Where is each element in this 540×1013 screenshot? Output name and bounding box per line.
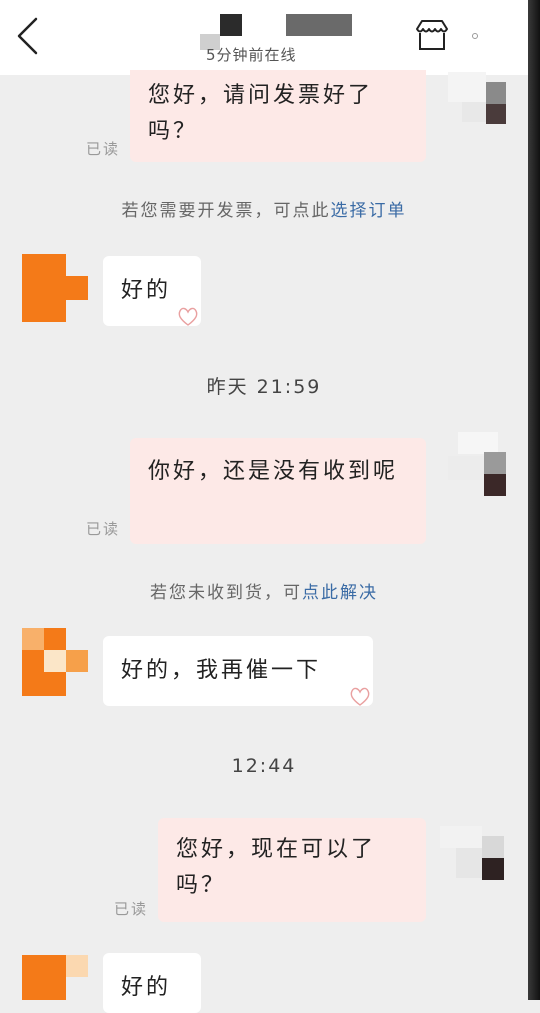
incoming-message: 好的 [103, 953, 201, 1013]
seller-avatar [22, 628, 88, 696]
heart-sticker-icon [350, 687, 370, 706]
heart-sticker-icon [178, 307, 198, 326]
select-order-link[interactable]: 选择订单 [331, 201, 407, 221]
user-avatar [448, 72, 508, 126]
outgoing-message: 您好，现在可以了吗？ [158, 818, 426, 922]
read-receipt: 已读 [86, 520, 121, 538]
system-notice: 若您需要开发票，可点此选择订单 [0, 196, 528, 221]
outgoing-message: 您好，请问发票好了吗？ [130, 70, 426, 162]
resolve-link[interactable]: 点此解决 [302, 583, 378, 603]
message-text: 好的 [121, 975, 172, 1000]
timestamp: 12:44 [231, 755, 297, 777]
device-edge [528, 0, 540, 1000]
message-text: 好的 [121, 278, 172, 303]
online-status: 5分钟前在线 [206, 46, 297, 64]
contact-name-redacted [200, 14, 355, 50]
system-notice-text: 若您未收到货，可 [150, 583, 302, 603]
incoming-message: 好的，我再催一下 [103, 636, 373, 706]
timestamp: 昨天 21:59 [206, 376, 322, 398]
system-notice-text: 若您需要开发票，可点此 [121, 201, 331, 221]
user-avatar [440, 826, 508, 890]
user-avatar [448, 432, 508, 498]
system-notice: 若您未收到货，可点此解决 [0, 578, 528, 603]
chat-header: 5分钟前在线 [0, 0, 528, 75]
back-icon[interactable] [14, 16, 42, 56]
store-icon[interactable] [414, 18, 450, 52]
message-text: 您好，现在可以了吗？ [176, 837, 377, 898]
message-text: 您好，请问发票好了吗？ [148, 83, 374, 144]
message-text: 你好，还是没有收到呢 [148, 459, 399, 484]
outgoing-message: 你好，还是没有收到呢 [130, 438, 426, 544]
read-receipt: 已读 [114, 900, 149, 918]
seller-avatar [22, 254, 88, 322]
read-receipt: 已读 [86, 140, 121, 158]
more-icon[interactable] [472, 33, 478, 39]
seller-avatar [22, 955, 88, 1000]
message-text: 好的，我再催一下 [121, 658, 322, 683]
